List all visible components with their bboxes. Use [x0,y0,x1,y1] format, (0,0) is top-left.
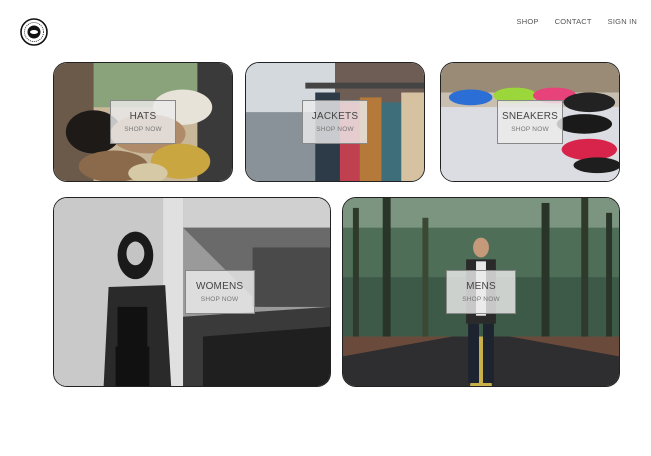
brand-logo-icon[interactable] [20,18,48,46]
category-label-jackets[interactable]: JACKETS SHOP NOW [302,100,368,144]
nav-shop-link[interactable]: SHOP [517,17,539,26]
shop-now-link[interactable]: SHOP NOW [511,126,549,133]
category-label-sneakers[interactable]: SNEAKERS SHOP NOW [497,100,563,144]
shop-now-link[interactable]: SHOP NOW [124,126,162,133]
category-title: WOMENS [195,281,244,292]
category-title: MENS [466,281,496,292]
category-card-mens[interactable]: MENS SHOP NOW [342,197,620,387]
category-label-mens[interactable]: MENS SHOP NOW [446,270,516,314]
nav-contact-link[interactable]: CONTACT [555,17,592,26]
category-title: HATS [129,111,157,122]
category-card-jackets[interactable]: JACKETS SHOP NOW [245,62,425,182]
category-title: JACKETS [311,111,359,122]
shop-now-link[interactable]: SHOP NOW [316,126,354,133]
category-label-womens[interactable]: WOMENS SHOP NOW [184,270,255,314]
shop-now-link[interactable]: SHOP NOW [201,296,239,303]
nav-sign-in-link[interactable]: SIGN IN [608,17,637,26]
shop-now-link[interactable]: SHOP NOW [462,296,500,303]
category-card-womens[interactable]: WOMENS SHOP NOW [53,197,331,387]
category-card-sneakers[interactable]: SNEAKERS SHOP NOW [440,62,620,182]
top-nav: SHOP CONTACT SIGN IN [517,17,637,26]
category-title: SNEAKERS [501,111,559,122]
category-card-hats[interactable]: HATS SHOP NOW [53,62,233,182]
category-label-hats[interactable]: HATS SHOP NOW [110,100,176,144]
